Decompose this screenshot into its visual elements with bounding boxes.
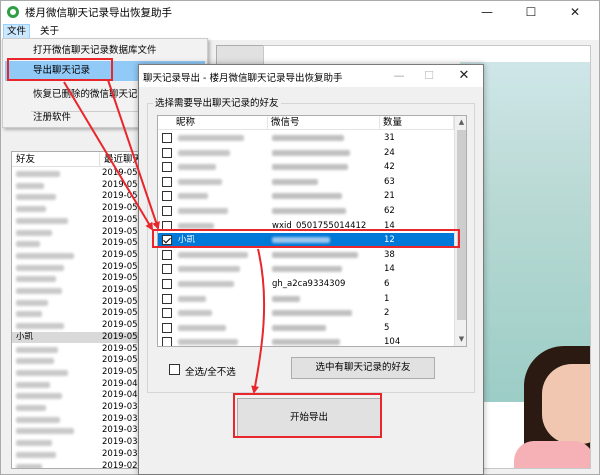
arrow-menu-to-row-icon <box>63 81 154 231</box>
arrow-menu-to-row2-icon <box>107 79 160 230</box>
arrow-row-to-button-icon <box>251 248 266 394</box>
annotation-arrows <box>63 79 266 394</box>
